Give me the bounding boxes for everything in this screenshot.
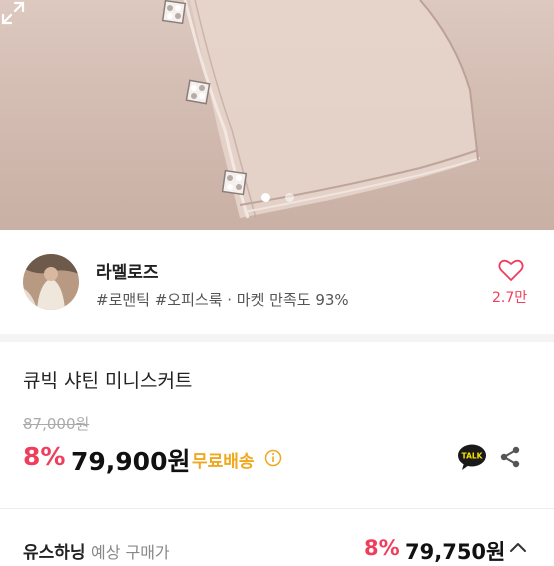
expected-price-weak-label: 예상 구매가	[90, 543, 170, 562]
like-count: 2.7만	[492, 290, 528, 306]
product-photo	[150, 0, 481, 219]
crystal-button	[221, 169, 248, 196]
heart-icon[interactable]	[498, 258, 524, 282]
share-icon[interactable]	[498, 445, 522, 469]
carousel-dot[interactable]	[285, 193, 294, 202]
carousel-dot-active[interactable]	[261, 193, 270, 202]
product-title: 큐빅 샤틴 미니스커트	[23, 370, 193, 392]
expected-discount-rate: 8%	[364, 536, 400, 560]
original-price: 87,000원	[23, 415, 90, 433]
shop-name[interactable]: 라멜로즈	[96, 258, 159, 283]
expected-price-label: 유스하닝 예상 구매가	[23, 538, 170, 563]
chevron-up-icon[interactable]	[508, 540, 528, 554]
crystal-button	[185, 79, 211, 105]
expected-price: 79,750원	[405, 540, 506, 564]
product-image-carousel[interactable]	[0, 0, 554, 230]
shop-avatar[interactable]	[23, 254, 79, 310]
shop-tags: #로맨틱 #오피스룩 · 마켓 만족도 93%	[96, 291, 349, 309]
expand-icon[interactable]	[0, 0, 26, 26]
row-separator	[0, 508, 554, 509]
kakao-talk-icon[interactable]: TALK	[457, 443, 487, 471]
free-shipping-badge: 무료배송	[192, 452, 255, 472]
section-divider	[0, 334, 554, 342]
talk-label: TALK	[462, 452, 484, 461]
crystal-button	[161, 0, 187, 25]
expected-price-strong-label: 유스하닝	[23, 543, 86, 563]
shop-info[interactable]	[0, 230, 554, 334]
info-icon[interactable]	[264, 449, 282, 467]
discount-rate: 8%	[23, 442, 66, 471]
sale-price: 79,900원	[71, 447, 191, 476]
